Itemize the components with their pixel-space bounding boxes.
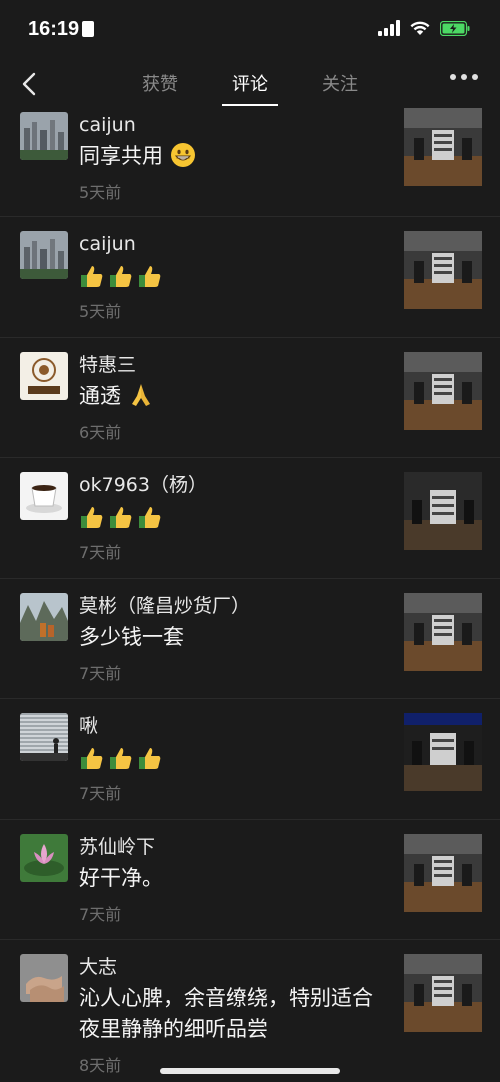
comment-time: 7天前: [79, 543, 122, 562]
tab-follows[interactable]: 关注: [322, 70, 358, 106]
commenter-name[interactable]: 特惠三: [79, 352, 379, 378]
more-button[interactable]: [450, 74, 478, 80]
comment-text-value: 同享共用: [79, 144, 163, 168]
comment-list[interactable]: caijun 同享共用 5天前 caijun 5天前 特惠三 通透 6天前 ok…: [0, 108, 500, 1075]
comment-item[interactable]: 啾 7天前: [0, 699, 500, 820]
status-time: 16:19: [28, 18, 80, 40]
comment-item[interactable]: caijun 同享共用 5天前: [0, 108, 500, 217]
avatar-logo[interactable]: [20, 351, 68, 400]
comment-body: caijun 同享共用 5天前: [79, 112, 379, 203]
avatar-hands[interactable]: [20, 954, 68, 1002]
thumbs-up-icon: [81, 506, 103, 528]
post-thumbnail[interactable]: [404, 472, 482, 550]
avatar-window-silhouette[interactable]: [20, 713, 68, 761]
tab-comments[interactable]: 评论: [222, 70, 278, 106]
post-thumbnail[interactable]: [404, 833, 482, 912]
avatar-city-skyline[interactable]: [20, 112, 68, 160]
status-bar: 16:19: [0, 0, 500, 58]
post-thumbnail[interactable]: [404, 231, 482, 309]
post-thumbnail[interactable]: [404, 351, 482, 430]
comment-text: 通透: [79, 381, 379, 412]
comment-time: 7天前: [79, 663, 122, 683]
wifi-icon: [410, 21, 430, 36]
thumbs-up-icon: [139, 265, 161, 287]
comment-text: 同享共用: [79, 141, 379, 172]
comment-text: 沁人心脾，余音缭绕，特别适合夜里静静的细听品尝: [79, 986, 373, 1041]
commenter-name[interactable]: 莫彬（隆昌炒货厂）: [79, 593, 379, 619]
thumbs-up-icon: [81, 747, 103, 769]
comment-item[interactable]: ok7963（杨） 7天前: [0, 458, 500, 579]
thumbs-up-icon: [81, 265, 103, 287]
comment-body: 啾 7天前: [79, 713, 379, 804]
comment-time: 5天前: [79, 302, 122, 321]
tab-likes[interactable]: 获赞: [142, 70, 178, 106]
comment-item[interactable]: 特惠三 通透 6天前: [0, 338, 500, 458]
comment-item[interactable]: 莫彬（隆昌炒货厂） 多少钱一套 7天前: [0, 579, 500, 699]
nav-bar: 获赞 评论 关注: [0, 58, 500, 108]
comment-text: 好干净。: [79, 865, 163, 890]
commenter-name[interactable]: caijun: [79, 112, 379, 138]
thumbs-up-icon: [110, 265, 132, 287]
commenter-name[interactable]: 大志: [79, 954, 379, 980]
comment-item[interactable]: 苏仙岭下 好干净。 7天前: [0, 820, 500, 940]
praying-hands-icon: [131, 383, 150, 406]
thumbs-up-icon: [139, 747, 161, 769]
post-thumbnail[interactable]: [404, 954, 482, 1032]
post-thumbnail[interactable]: [404, 592, 482, 671]
comment-emojis: [79, 501, 379, 532]
comment-time: 7天前: [79, 904, 122, 924]
comment-body: caijun 5天前: [79, 231, 379, 322]
avatar-coffee-cup[interactable]: [20, 472, 68, 520]
grinning-emoji-icon: [170, 143, 195, 167]
comment-body: 苏仙岭下 好干净。 7天前: [79, 834, 379, 925]
avatar-city-skyline[interactable]: [20, 231, 68, 279]
orientation-lock-icon: [82, 21, 94, 37]
status-icons: [378, 20, 470, 36]
comment-body: 特惠三 通透 6天前: [79, 352, 379, 443]
post-thumbnail[interactable]: [404, 713, 482, 791]
comment-item[interactable]: caijun 5天前: [0, 217, 500, 338]
comment-item[interactable]: 大志 沁人心脾，余音缭绕，特别适合夜里静静的细听品尝 8天前: [0, 940, 500, 1075]
comment-body: 大志 沁人心脾，余音缭绕，特别适合夜里静静的细听品尝 8天前: [79, 954, 379, 1076]
home-indicator[interactable]: [160, 1068, 340, 1074]
avatar-landscape[interactable]: [20, 592, 68, 641]
commenter-name[interactable]: caijun: [79, 231, 379, 257]
comment-text: 多少钱一套: [79, 624, 184, 649]
comment-time: 6天前: [79, 422, 122, 442]
comment-body: 莫彬（隆昌炒货厂） 多少钱一套 7天前: [79, 593, 379, 684]
post-thumbnail[interactable]: [404, 108, 482, 186]
comment-text-value: 通透: [79, 383, 121, 408]
commenter-name[interactable]: 苏仙岭下: [79, 834, 379, 860]
commenter-name[interactable]: 啾: [79, 713, 379, 739]
cellular-signal-icon: [378, 20, 400, 36]
comment-time: 7天前: [79, 784, 122, 803]
comment-body: ok7963（杨） 7天前: [79, 472, 379, 563]
comment-time: 5天前: [79, 183, 122, 202]
commenter-name[interactable]: ok7963（杨）: [79, 472, 379, 498]
tab-bar: 获赞 评论 关注: [0, 70, 500, 106]
avatar-lotus[interactable]: [20, 833, 68, 882]
comment-emojis: [79, 742, 379, 773]
thumbs-up-icon: [110, 506, 132, 528]
battery-charging-icon: [440, 20, 470, 36]
comment-emojis: [79, 260, 379, 291]
thumbs-up-icon: [110, 747, 132, 769]
thumbs-up-icon: [139, 506, 161, 528]
